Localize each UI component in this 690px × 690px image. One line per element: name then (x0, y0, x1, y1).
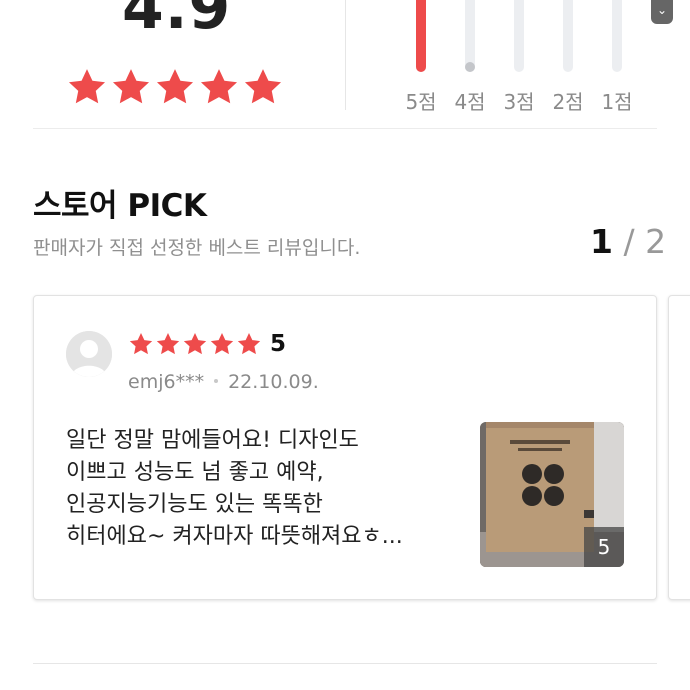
pager-current: 1 (590, 222, 613, 261)
summary-divider (345, 0, 346, 110)
review-meta: emj6*** 22.10.09. (128, 371, 319, 393)
rating-bar-label: 2점 (552, 90, 584, 114)
store-pick-subtitle: 판매자가 직접 선정한 베스트 리뷰입니다. (33, 237, 361, 259)
rating-distribution: 5점 4점 3점 2점 1점 (395, 0, 645, 115)
average-stars (66, 66, 284, 108)
photo-count-badge: 5 (584, 527, 624, 567)
review-user: emj6*** (128, 371, 205, 393)
star-icon (210, 332, 234, 355)
star-icon (183, 332, 207, 355)
review-photo[interactable]: 5 (480, 422, 624, 567)
star-icon (156, 332, 180, 355)
review-rating: 5 (270, 331, 287, 357)
review-text[interactable]: 일단 정말 맘에들어요! 디자인도 이쁘고 성능도 넘 좋고 예약, 인공지능기… (66, 425, 466, 553)
rating-bar-fill (465, 62, 475, 72)
next-review-card[interactable] (668, 295, 690, 600)
average-score: 4.9 (122, 0, 232, 43)
store-pick-title: 스토어 PICK (33, 188, 207, 224)
rating-bar-label: 5점 (405, 90, 437, 114)
pager-separator: / (612, 222, 646, 261)
star-icon (156, 69, 194, 104)
chevron-down-icon: ⌄ (656, 3, 668, 17)
star-icon (68, 69, 106, 104)
review-line: 일단 정말 맘에들어요! 디자인도 (66, 428, 359, 453)
review-line: 이쁘고 성능도 넘 좋고 예약, (66, 460, 324, 485)
star-icon (244, 69, 282, 104)
rating-bar-label: 1점 (601, 90, 633, 114)
review-date: 22.10.09. (228, 371, 319, 393)
pager-total: 2 (645, 222, 667, 261)
distribution-toggle-button[interactable]: ⌄ (651, 0, 673, 24)
store-pick-pager: 1 / 2 (590, 222, 666, 261)
star-icon (200, 69, 238, 104)
star-icon (112, 69, 150, 104)
review-line: 인공지능기능도 있는 똑똑한 (66, 492, 323, 517)
rating-bar-track (416, 0, 426, 72)
rating-bar-track (563, 0, 573, 72)
star-icon (237, 332, 261, 355)
rating-bar-label: 3점 (503, 90, 535, 114)
rating-bar-fill (416, 0, 426, 72)
rating-bar-track (612, 0, 622, 72)
star-icon (129, 332, 153, 355)
meta-separator (214, 378, 219, 383)
user-avatar-icon (66, 331, 112, 377)
rating-bar-track (514, 0, 524, 72)
section-divider (33, 663, 657, 664)
section-divider (33, 128, 657, 129)
rating-bar-track (465, 0, 475, 72)
rating-bar-label: 4점 (454, 90, 486, 114)
review-stars (128, 331, 262, 357)
review-line: 히터에요~ 켜자마자 따뜻해져요ㅎ... (66, 524, 403, 549)
